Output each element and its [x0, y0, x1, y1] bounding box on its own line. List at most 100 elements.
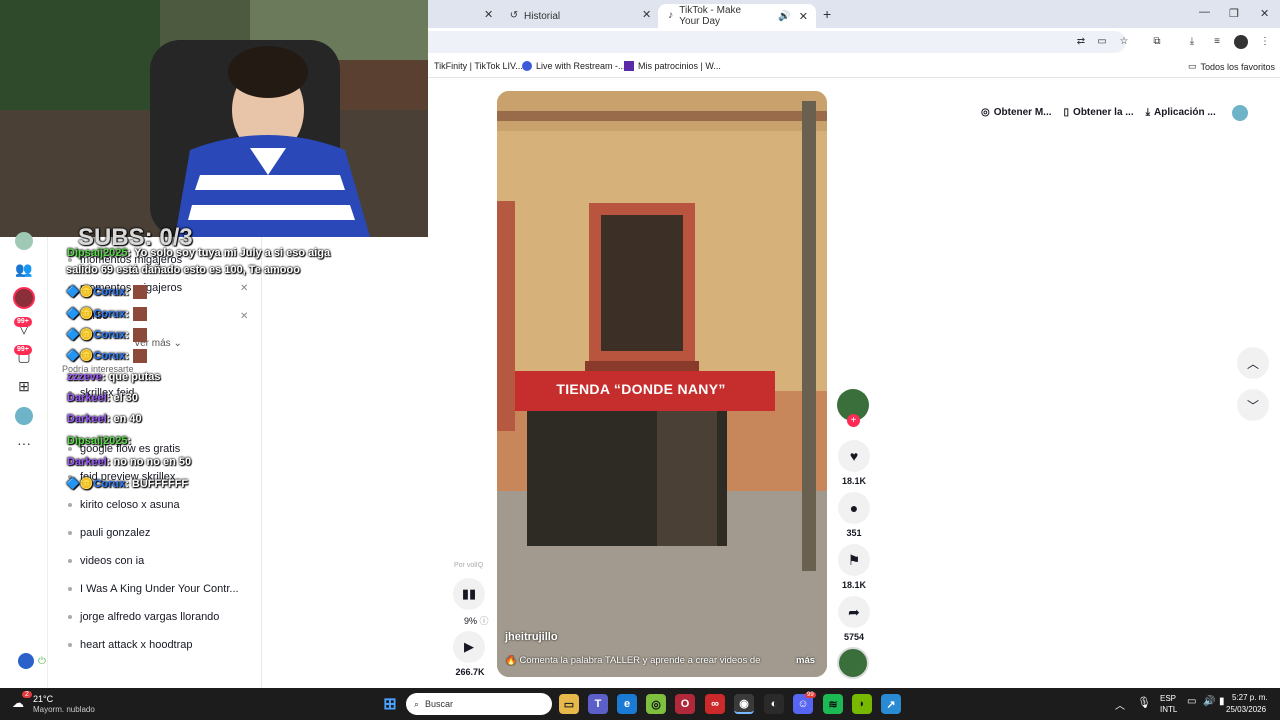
chevron-down-icon: ﹀ — [1246, 398, 1259, 413]
tray-chevron-icon[interactable]: ︿ — [1115, 697, 1125, 712]
app-red-icon[interactable]: ∞ — [705, 694, 725, 714]
comment-button[interactable]: ● — [838, 492, 870, 524]
app-blue-icon[interactable]: ↗ — [881, 694, 901, 714]
language-secondary[interactable]: INTL — [1160, 705, 1177, 714]
music-disc-avatar[interactable] — [837, 647, 869, 679]
download-icon: ⤓ — [1145, 107, 1151, 118]
bookmark-patrocinios[interactable]: Mis patrocinios | W... — [624, 61, 721, 71]
bookmark-tikfinity[interactable]: TikFinity | TikTok LIV... — [434, 61, 523, 71]
rail-avatar[interactable] — [15, 232, 33, 250]
opera-icon[interactable]: O — [675, 694, 695, 714]
obs-icon[interactable]: ◐ — [764, 694, 784, 714]
battery-icon[interactable]: ▮ — [1219, 696, 1225, 707]
follow-plus-icon[interactable]: + — [847, 414, 860, 427]
suggestion-label: I Was A King Under Your Contr... — [80, 583, 239, 595]
clock-date[interactable]: 25/03/2026 — [1226, 705, 1266, 714]
save-button[interactable]: ⚑ — [838, 544, 870, 576]
get-coins-button[interactable]: ◎ Obtener M... — [975, 107, 1058, 118]
suggestion-item[interactable]: pauli gonzalez — [68, 527, 150, 539]
suggestion-item[interactable]: kirito celoso x asuna — [68, 499, 180, 511]
stats-button[interactable]: ▮▮ — [453, 578, 485, 610]
play-button[interactable]: ▶ — [453, 631, 485, 663]
nvidia-icon[interactable]: ◗ — [852, 694, 872, 714]
get-app-button[interactable]: ▯ Obtener la ... — [1058, 107, 1140, 118]
new-tab-icon[interactable]: + — [823, 6, 831, 22]
more-icon[interactable]: ··· — [14, 433, 34, 453]
address-bar[interactable] — [428, 31, 1126, 53]
teams-icon[interactable]: T — [588, 694, 608, 714]
close-tab-icon[interactable]: ✕ — [484, 8, 493, 21]
close-tab-icon[interactable]: ✕ — [799, 10, 808, 23]
following-icon[interactable]: 👥 — [14, 259, 34, 279]
bullet-icon — [68, 531, 72, 535]
close-window-icon[interactable]: ✕ — [1260, 7, 1269, 20]
suggestion-item[interactable]: I Was A King Under Your Contr... — [68, 583, 239, 595]
chat-message: Dipsaij2025: — [67, 435, 131, 447]
tab-historial[interactable]: ↺ Historial — [500, 4, 656, 28]
language-primary[interactable]: ESP — [1160, 694, 1176, 703]
chat-message: Dipsaij2025: Yo solo soy tuya mi July a … — [67, 247, 330, 259]
edge-icon[interactable]: e — [617, 694, 637, 714]
download-icon[interactable]: ⤓ — [1186, 36, 1198, 48]
chrome-icon[interactable]: ◉ — [734, 694, 754, 714]
display-icon[interactable]: ▭ — [1187, 696, 1196, 707]
tab-tiktok[interactable]: ♪ TikTok - Make Your Day 🔊 ✕ — [658, 4, 816, 28]
live-avatar[interactable] — [13, 287, 35, 309]
discord-badge: 99 — [805, 692, 816, 698]
like-button[interactable]: ♥ — [838, 440, 870, 472]
spotify-icon[interactable]: ≋ — [823, 694, 843, 714]
speaker-icon[interactable]: 🔊 — [778, 11, 790, 22]
badge-icon: 🔷🪙 — [66, 478, 94, 490]
share-button[interactable]: ➦ — [838, 596, 870, 628]
restore-icon[interactable]: ❐ — [1229, 7, 1239, 20]
caption-more[interactable]: más — [796, 655, 815, 666]
windows-taskbar: ☁ 2 21°C Mayorm. nublado ⊞ ⌕ Buscar ▭ T e… — [0, 688, 1280, 720]
chat-message: Darkeel: en 40 — [67, 413, 142, 425]
profile-icon[interactable] — [15, 407, 33, 425]
remove-icon[interactable]: ✕ — [240, 311, 248, 322]
install-app-icon[interactable]: ▭ — [1096, 36, 1108, 48]
chat-message: zzzeve: que putas — [67, 371, 161, 383]
close-tab-icon[interactable]: ✕ — [642, 8, 651, 21]
file-explorer-icon[interactable]: ▭ — [559, 694, 579, 714]
taskbar-search[interactable]: ⌕ Buscar — [406, 693, 552, 715]
desktop-app-button[interactable]: ⤓ Aplicación ... — [1140, 107, 1222, 118]
star-icon[interactable]: ☆ — [1118, 36, 1130, 48]
profile-avatar[interactable] — [1234, 35, 1248, 49]
previous-video-button[interactable]: ︿ — [1237, 347, 1269, 379]
translate-icon[interactable]: ⇄ — [1075, 36, 1087, 48]
suggestion-item[interactable]: heart attack x hoodtrap — [68, 639, 193, 651]
all-bookmarks[interactable]: ▭ Todos los favoritos — [1188, 61, 1275, 72]
chat-message: 🔷🪙Corux: BUFFFFFF — [66, 477, 188, 490]
power-icon[interactable]: ⏻ — [38, 656, 46, 667]
windows-start-icon[interactable]: ⊞ — [380, 694, 400, 714]
suggestion-item[interactable]: jorge alfredo vargas llorando — [68, 611, 219, 623]
clock-time[interactable]: 5:27 p. m. — [1232, 693, 1268, 702]
comment-icon: ● — [849, 500, 859, 516]
media-control-icon[interactable]: ≡ — [1211, 36, 1223, 48]
remove-icon[interactable]: ✕ — [240, 283, 248, 294]
next-video-button[interactable]: ﹀ — [1237, 389, 1269, 421]
menu-kebab-icon[interactable]: ⋮ — [1259, 36, 1271, 48]
video-author[interactable]: jheitrujillo — [505, 631, 558, 643]
emote-image — [132, 307, 147, 322]
upload-icon[interactable]: ⊞ — [14, 376, 34, 396]
extension-icon[interactable] — [18, 653, 34, 669]
suggestion-item[interactable]: videos con ia — [68, 555, 144, 567]
button-label: Obtener la ... — [1073, 107, 1134, 118]
minimize-icon[interactable]: — — [1199, 6, 1210, 18]
percent-label: 9% ⓘ — [464, 614, 489, 627]
microphone-icon[interactable]: 🎙 — [1137, 696, 1151, 709]
video-player[interactable]: TIENDA “DONDE NANY” jheitrujillo 🔥 Comen… — [497, 91, 827, 677]
chat-user: Corux — [93, 350, 126, 362]
bookmark-restream[interactable]: Live with Restream -... — [522, 61, 626, 71]
chat-text: : Yo solo soy tuya mi July a si eso aiga — [127, 247, 331, 259]
weather-icon[interactable]: ☁ — [12, 696, 24, 710]
info-icon[interactable]: ⓘ — [480, 616, 489, 626]
tab-strip: ✕ ↺ Historial ✕ ♪ TikTok - Make Your Day… — [428, 0, 1280, 28]
chat-text: : — [125, 350, 129, 362]
app-icon[interactable]: ◎ — [646, 694, 666, 714]
extensions-icon[interactable]: ⧉ — [1151, 36, 1163, 48]
user-avatar[interactable] — [1231, 104, 1248, 121]
volume-icon[interactable]: 🔊 — [1203, 696, 1215, 707]
